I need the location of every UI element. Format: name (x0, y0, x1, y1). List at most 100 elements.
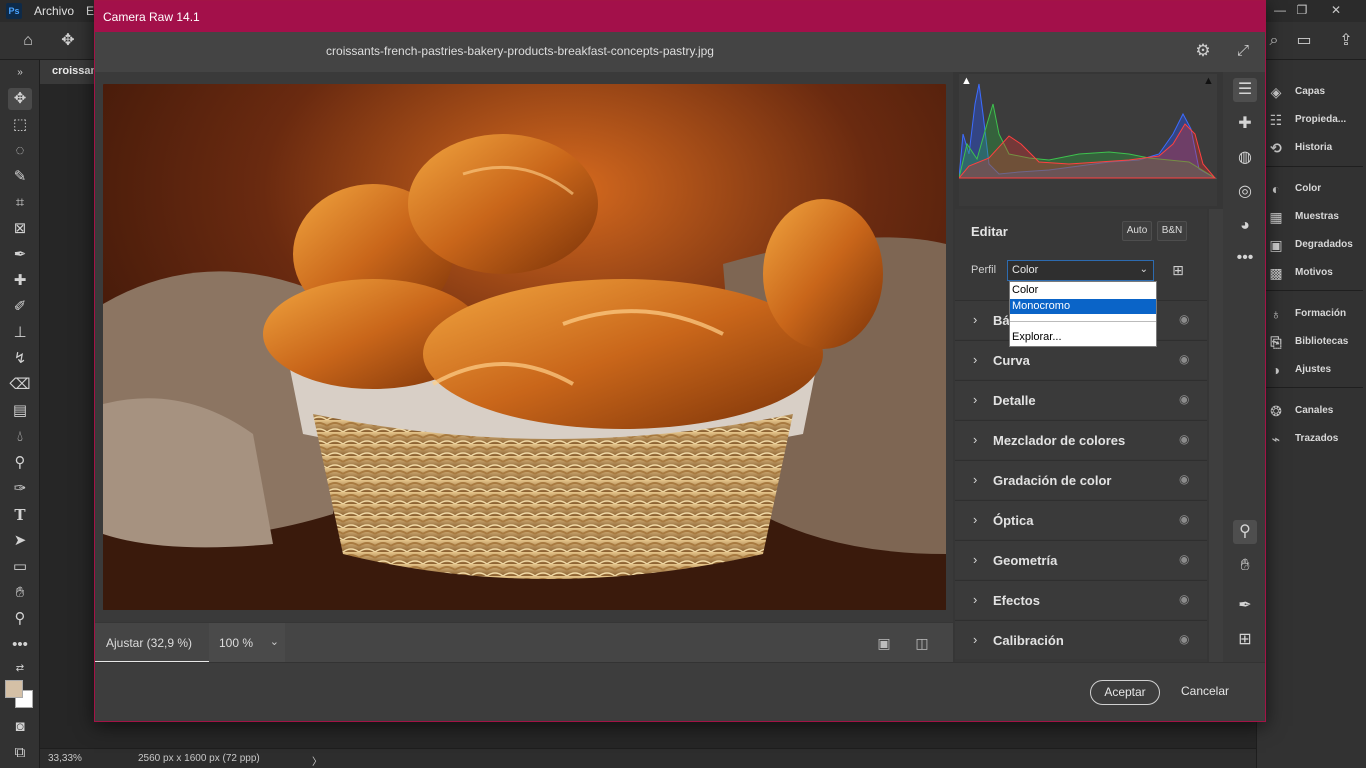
close-icon[interactable]: ✕ (1326, 2, 1346, 18)
screen-mode-icon[interactable]: ⧉ (8, 742, 32, 764)
healing-icon[interactable]: ✚ (1233, 112, 1257, 136)
frame-icon[interactable]: ⊠ (8, 218, 32, 240)
path-select-icon[interactable]: ➤ (8, 530, 32, 552)
foreground-color[interactable] (5, 680, 23, 698)
workspace-icon[interactable]: ▭ (1294, 31, 1314, 51)
pen-icon[interactable]: ✑ (8, 478, 32, 500)
dialog-titlebar[interactable]: Camera Raw 14.1 (95, 1, 1265, 32)
history-brush-icon[interactable]: ↯ (8, 348, 32, 370)
eye-icon[interactable]: ◉ (1179, 352, 1189, 366)
eye-icon[interactable]: ◉ (1179, 432, 1189, 446)
zoom-level[interactable]: 33,33% (48, 753, 82, 764)
eye-icon[interactable]: ◉ (1179, 392, 1189, 406)
stamp-icon[interactable]: ⊥ (8, 322, 32, 344)
hand-icon[interactable]: ✋︎ (8, 582, 32, 604)
grid-overlay-icon[interactable]: ⊞ (1233, 628, 1257, 652)
color-swatches[interactable] (5, 680, 35, 710)
crop-icon[interactable]: ⌗ (8, 192, 32, 214)
view-mode-icon[interactable]: ▣ (875, 634, 893, 652)
eye-icon[interactable]: ◉ (1179, 592, 1189, 606)
chevron-right-icon: › (973, 632, 978, 647)
eyedropper-icon[interactable]: ✒ (8, 244, 32, 266)
highlight-clip-icon[interactable]: ▲ (1203, 75, 1215, 87)
section-efectos[interactable]: › Efectos ◉ (955, 580, 1207, 619)
zoom-select[interactable]: 100 % ⌄ (209, 623, 285, 663)
photo-preview[interactable] (103, 84, 946, 610)
search-icon[interactable]: ⌕ (1264, 31, 1284, 51)
restore-icon[interactable]: ❐ (1292, 2, 1312, 18)
section-mezclador[interactable]: › Mezclador de colores ◉ (955, 420, 1207, 459)
masking-icon[interactable]: ◍ (1233, 146, 1257, 170)
panel-propiedades[interactable]: ☷ Propieda... (1267, 110, 1366, 130)
dodge-icon[interactable]: ⚲ (8, 452, 32, 474)
profile-browser-icon[interactable]: ⊞ (1169, 261, 1187, 279)
before-after-icon[interactable]: ◫ (913, 634, 931, 652)
section-detalle[interactable]: › Detalle ◉ (955, 380, 1207, 419)
section-gradacion[interactable]: › Gradación de color ◉ (955, 460, 1207, 499)
more-options-icon[interactable]: ••• (1233, 246, 1257, 270)
zoom-icon[interactable]: ⚲ (1233, 520, 1257, 544)
gear-icon[interactable]: ⚙ (1193, 41, 1213, 61)
quick-select-icon[interactable]: ✎ (8, 166, 32, 188)
panel-historia[interactable]: ⟲ Historia (1267, 138, 1366, 158)
bw-button[interactable]: B&N (1157, 221, 1187, 241)
move-tool-icon[interactable]: ✥ (58, 31, 78, 51)
panel-motivos[interactable]: ▩ Motivos (1267, 263, 1366, 283)
presets-icon[interactable]: ◕ (1233, 214, 1257, 238)
more-tools-icon[interactable]: ••• (8, 634, 32, 656)
brush-icon[interactable]: ✐ (8, 296, 32, 318)
panel-scrollbar[interactable] (1209, 209, 1223, 662)
marquee-icon[interactable]: ⬚ (8, 114, 32, 136)
shadow-clip-icon[interactable]: ▲ (961, 75, 973, 87)
section-geometria[interactable]: › Geometría ◉ (955, 540, 1207, 579)
profile-option-monocromo[interactable]: Monocromo (1010, 299, 1156, 314)
auto-button[interactable]: Auto (1122, 221, 1152, 241)
eye-icon[interactable]: ◉ (1179, 512, 1189, 526)
hand-icon[interactable]: ✋︎ (1233, 554, 1257, 578)
panel-degradados[interactable]: ▣ Degradados (1267, 235, 1366, 255)
lasso-icon[interactable]: ◌ (8, 140, 32, 162)
status-arrow[interactable]: 〉 (312, 753, 322, 768)
panel-formacion[interactable]: ♁ Formación (1267, 304, 1366, 324)
home-icon[interactable]: ⌂ (18, 31, 38, 51)
eraser-icon[interactable]: ⌫ (8, 374, 32, 396)
rectangle-icon[interactable]: ▭ (8, 556, 32, 578)
swap-colors-icon[interactable]: ⇄ (8, 658, 32, 680)
profile-option-explorar[interactable]: Explorar... (1010, 330, 1156, 345)
healing-icon[interactable]: ✚ (8, 270, 32, 292)
move-icon[interactable]: ✥ (8, 88, 32, 110)
eye-icon[interactable]: ◉ (1179, 472, 1189, 486)
zoom-icon[interactable]: ⚲ (8, 608, 32, 630)
menu-archivo[interactable]: Archivo (34, 4, 74, 18)
share-icon[interactable]: ⇪ (1336, 31, 1356, 51)
fullscreen-icon[interactable]: ⤢ (1233, 41, 1253, 61)
eye-icon[interactable]: ◉ (1179, 632, 1189, 646)
accept-button[interactable]: Aceptar (1090, 680, 1160, 705)
panel-color[interactable]: ◐ Color (1267, 179, 1366, 199)
red-eye-icon[interactable]: ◎ (1233, 180, 1257, 204)
panel-trazados[interactable]: ⌁ Trazados (1267, 429, 1366, 449)
panel-bibliotecas[interactable]: ⎘ Bibliotecas (1267, 332, 1366, 352)
panel-muestras[interactable]: ▦ Muestras (1267, 207, 1366, 227)
cancel-button[interactable]: Cancelar (1173, 680, 1237, 705)
quick-mask-icon[interactable]: ◙ (8, 716, 32, 738)
type-icon[interactable]: T (8, 504, 32, 526)
panel-ajustes[interactable]: ◑ Ajustes (1267, 360, 1366, 380)
gradient-icon[interactable]: ▤ (8, 400, 32, 422)
fit-zoom-button[interactable]: Ajustar (32,9 %) (95, 623, 209, 663)
document-tab[interactable]: croissants (40, 60, 96, 84)
minimize-icon[interactable]: — (1270, 2, 1290, 18)
edit-sliders-icon[interactable]: ☰ (1233, 78, 1257, 102)
panel-canales[interactable]: ❂ Canales (1267, 401, 1366, 421)
menu-edicion[interactable]: E (86, 4, 94, 18)
profile-select[interactable]: Color ⌄ (1007, 260, 1154, 281)
panel-capas[interactable]: ◈ Capas (1267, 82, 1366, 102)
blur-icon[interactable]: 💧︎ (8, 426, 32, 448)
sampler-icon[interactable]: ✒ (1233, 594, 1257, 618)
profile-option-color[interactable]: Color (1010, 283, 1156, 298)
eye-icon[interactable]: ◉ (1179, 552, 1189, 566)
section-calibracion[interactable]: › Calibración ◉ (955, 620, 1207, 659)
section-optica[interactable]: › Óptica ◉ (955, 500, 1207, 539)
toolbar-collapse-icon[interactable]: » (8, 62, 32, 84)
eye-icon[interactable]: ◉ (1179, 312, 1189, 326)
